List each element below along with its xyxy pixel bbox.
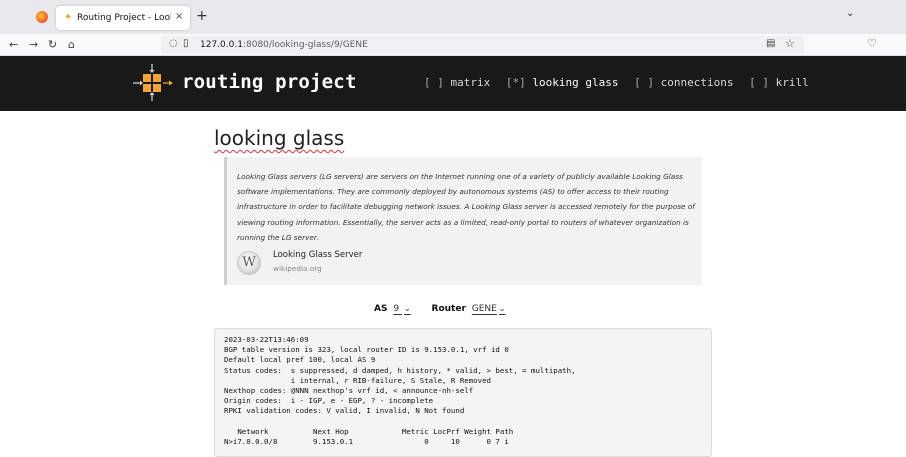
nav-item-looking-glass[interactable]: [*] looking glass [506,76,619,89]
home-icon[interactable]: ⌂ [68,37,75,52]
source-link-domain: wikipedia.org [273,264,322,273]
tab-close-icon[interactable]: × [175,10,183,24]
url-text[interactable]: 127.0.0.1:8080/looking-glass/9/GENE [200,39,368,51]
site-header: routing project [ ] matrix [*] looking g… [0,56,906,111]
chevron-down-icon: ⌄ [403,304,411,313]
browser-tab-bar: ✦ Routing Project - Looking × + ⌄ [0,0,906,34]
pocket-icon[interactable]: ♡ [867,37,877,50]
new-tab-button[interactable]: + [196,7,208,25]
list-tabs-icon[interactable]: ⌄ [846,8,854,19]
tab-favicon-icon: ✦ [64,12,73,23]
nav-item-connections[interactable]: [ ] connections [634,76,733,89]
browser-nav-bar: ← → ↻ ⌂ ◌ ▯ 127.0.0.1:8080/looking-glass… [0,34,906,56]
main-nav: [ ] matrix [*] looking glass [ ] connect… [424,76,818,89]
browser-tab[interactable]: ✦ Routing Project - Looking × [56,6,190,30]
tracking-shield-icon[interactable]: ◌ [169,38,178,49]
as-value[interactable]: 9 ⌄ [393,304,410,314]
page-title: looking glass [214,126,345,150]
firefox-logo-icon[interactable] [36,11,48,23]
quote-text: Looking Glass servers (LG servers) are s… [237,172,695,242]
router-value[interactable]: GENE ⌄ [472,304,506,314]
back-icon[interactable]: ← [9,37,18,52]
router-label: Router [431,304,466,314]
wikipedia-globe-icon[interactable]: W [237,251,261,275]
nav-item-krill[interactable]: [ ] krill [749,76,809,89]
url-bar[interactable]: ◌ ▯ 127.0.0.1:8080/looking-glass/9/GENE … [161,36,804,54]
brand-title[interactable]: routing project [182,71,357,93]
nav-item-matrix[interactable]: [ ] matrix [424,76,490,89]
source-link-title[interactable]: Looking Glass Server [273,250,362,260]
wikipedia-quote: Looking Glass servers (LG servers) are s… [224,157,702,285]
bookmark-star-icon[interactable]: ☆ [785,37,795,50]
lg-selectors: AS 9 ⌄ Router GENE ⌄ [374,304,506,314]
as-label: AS [374,304,388,314]
bgp-output-text: 2023-03-22T13:46:09 BGP table version is… [224,335,576,447]
tab-title: Routing Project - Looking [77,13,171,23]
router-select[interactable]: Router GENE ⌄ [432,304,506,314]
forward-icon[interactable]: → [29,37,38,52]
reader-view-icon[interactable]: ▤ [766,38,775,49]
as-select[interactable]: AS 9 ⌄ [374,304,414,314]
page-info-icon[interactable]: ▯ [183,38,189,49]
reload-icon[interactable]: ↻ [48,37,57,52]
routing-logo-icon[interactable] [130,62,174,104]
chevron-down-icon: ⌄ [498,304,506,313]
bgp-output: 2023-03-22T13:46:09 BGP table version is… [214,328,712,457]
